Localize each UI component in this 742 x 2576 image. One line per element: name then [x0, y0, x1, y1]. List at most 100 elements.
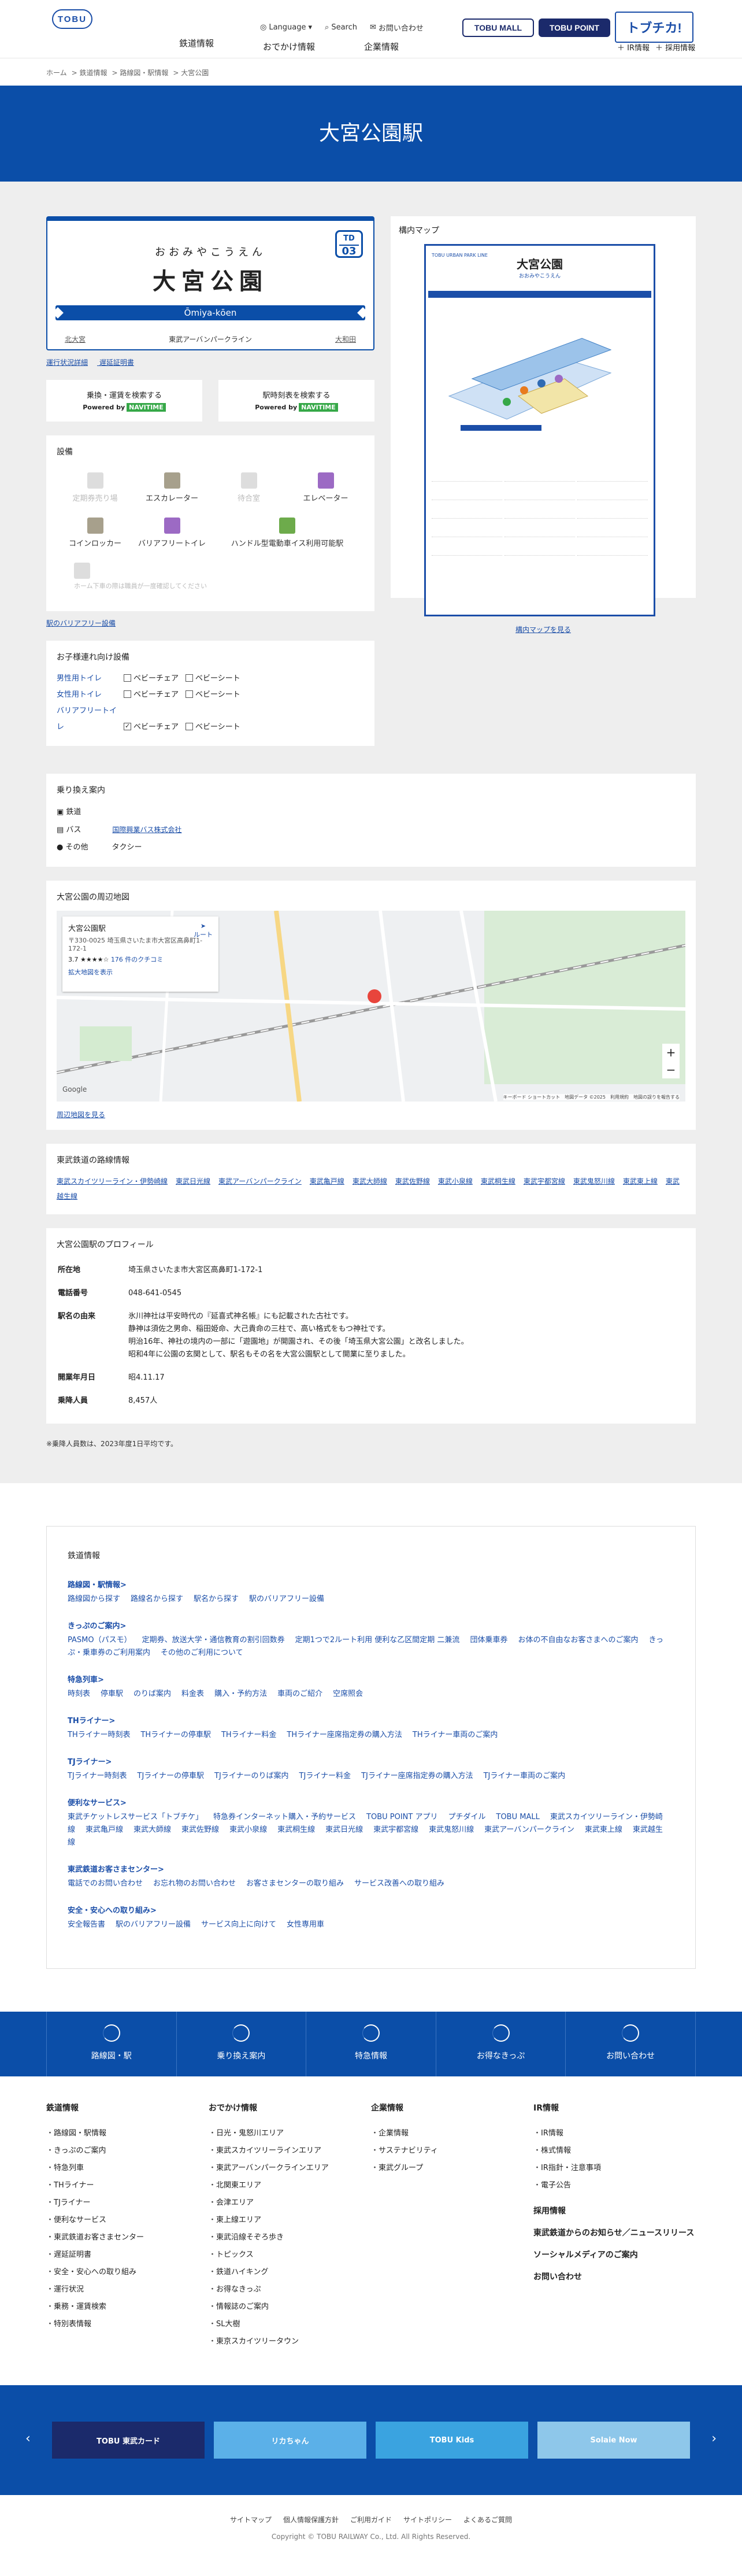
tobu-point-button[interactable]: TOBU POINT — [539, 19, 610, 37]
sitemap-link[interactable]: 駅のバリアフリー設備 — [116, 1920, 191, 1929]
line-link[interactable]: 東武鬼怒川線 — [573, 1177, 615, 1185]
footer-link[interactable]: IR指針・注意事項 — [533, 2160, 696, 2177]
sitemap-link[interactable]: 東武亀戸線 — [86, 1825, 123, 1834]
sitemap-link[interactable]: TJライナー料金 — [299, 1772, 351, 1780]
line-link[interactable]: 東武小泉線 — [438, 1177, 473, 1185]
sitemap-link[interactable]: 路線図から探す — [68, 1595, 120, 1603]
yard-map-image[interactable]: TOBU URBAN PARK LINE 大宮公園 おおみやこうえん — [424, 244, 655, 616]
footer-column-heading[interactable]: IR情報 — [533, 2102, 696, 2113]
sitemap-link[interactable]: 女性専用車 — [287, 1920, 324, 1929]
sitemap-link[interactable]: 路線名から探す — [131, 1595, 183, 1603]
prev-station-link[interactable]: 北大宮 — [65, 334, 86, 344]
footer-link[interactable]: きっぷのご案内 — [46, 2142, 209, 2160]
next-station-link[interactable]: 大和田 — [335, 334, 356, 344]
sitemap-link[interactable]: THライナー座席指定券の購入方法 — [287, 1731, 402, 1739]
footer-column-heading[interactable]: 鉄道情報 — [46, 2102, 209, 2113]
breadcrumb-home[interactable]: ホーム — [46, 69, 67, 77]
sitemap-link[interactable]: サービス向上に向けて — [201, 1920, 276, 1929]
footer-nav-item[interactable]: 路線図・駅 — [46, 2012, 177, 2076]
route-search-button[interactable]: 乗換・運賃を検索する Powered by NAVITIME — [46, 380, 202, 422]
sitemap-link[interactable]: 駅のバリアフリー設備 — [249, 1595, 324, 1603]
route-button[interactable]: ➤ ルート — [194, 922, 213, 939]
barrierfree-link[interactable]: 駅のバリアフリー設備 — [46, 619, 116, 627]
nav-odekake[interactable]: おでかけ情報 — [243, 40, 335, 53]
carousel-next-icon[interactable]: › — [711, 2431, 717, 2446]
line-link[interactable]: 東武アーバンパークライン — [218, 1177, 302, 1185]
line-link[interactable]: 東武佐野線 — [395, 1177, 430, 1185]
sitemap-link[interactable]: サービス改善への取り組み — [354, 1879, 444, 1888]
footer-extra-link[interactable]: お問い合わせ — [533, 2271, 696, 2282]
footer-nav-item[interactable]: 特急情報 — [306, 2012, 436, 2076]
nav-company[interactable]: 企業情報 — [335, 40, 428, 53]
sitemap-link[interactable]: 東武桐生線 — [277, 1825, 315, 1834]
sitemap-link[interactable]: 空席照会 — [333, 1690, 363, 1698]
delay-cert-link[interactable]: 遅延証明書 — [99, 359, 134, 367]
sitemap-link[interactable]: TJライナー座席指定券の購入方法 — [361, 1772, 473, 1780]
sitemap-link[interactable]: 団体乗車券 — [470, 1636, 507, 1644]
carousel-prev-icon[interactable]: ‹ — [25, 2431, 31, 2446]
line-link[interactable]: 東武日光線 — [176, 1177, 210, 1185]
sitemap-link[interactable]: 東武宇都宮線 — [373, 1825, 418, 1834]
sitemap-link[interactable]: 停車駅 — [101, 1690, 123, 1698]
sitemap-link[interactable]: TJライナーのりば案内 — [214, 1772, 289, 1780]
footer-nav-item[interactable]: お得なきっぷ — [436, 2012, 566, 2076]
yard-map-link[interactable]: 構内マップを見る — [399, 624, 688, 634]
sitemap-link[interactable]: TJライナーの停車駅 — [138, 1772, 205, 1780]
sitemap-link[interactable]: 購入・予約方法 — [214, 1690, 267, 1698]
sitemap-link[interactable]: 東武アーバンパークライン — [484, 1825, 574, 1834]
footer-extra-link[interactable]: 東武鉄道からのお知らせ／ニュースリリース — [533, 2227, 696, 2238]
sitemap-link[interactable]: 安全報告書 — [68, 1920, 105, 1929]
sitemap-link[interactable]: TJライナー車両のご案内 — [484, 1772, 566, 1780]
bottom-link[interactable]: 個人情報保護方針 — [283, 2516, 339, 2524]
footer-link[interactable]: 株式情報 — [533, 2142, 696, 2160]
nav-ir-saiyo[interactable]: ＋ IR情報＋ 採用情報 — [617, 42, 695, 53]
footer-link[interactable]: 北関東エリア — [209, 2177, 371, 2194]
sitemap-group-heading[interactable]: きっぷのご案内> — [68, 1620, 674, 1631]
footer-link[interactable]: 遅延証明書 — [46, 2246, 209, 2264]
sitemap-link[interactable]: 車両のご紹介 — [277, 1690, 322, 1698]
footer-link[interactable]: トピックス — [209, 2246, 371, 2264]
sitemap-link[interactable]: お忘れ物のお問い合わせ — [153, 1879, 236, 1888]
sitemap-link[interactable]: その他のご利用について — [161, 1649, 243, 1657]
footer-link[interactable]: THライナー — [46, 2177, 209, 2194]
banner-licca[interactable]: リカちゃん — [214, 2422, 366, 2459]
footer-column-heading[interactable]: おでかけ情報 — [209, 2102, 371, 2113]
footer-extra-link[interactable]: 採用情報 — [533, 2205, 696, 2216]
footer-link[interactable]: お得なきっぷ — [209, 2281, 371, 2298]
footer-link[interactable]: 電子公告 — [533, 2177, 696, 2194]
line-link[interactable]: 東武宇都宮線 — [524, 1177, 565, 1185]
sitemap-group-heading[interactable]: 便利なサービス> — [68, 1797, 674, 1808]
sitemap-link[interactable]: 時刻表 — [68, 1690, 90, 1698]
sitemap-link[interactable]: 料金表 — [181, 1690, 204, 1698]
footer-link[interactable]: 会津エリア — [209, 2194, 371, 2212]
tobu-logo[interactable]: TOBU — [52, 9, 92, 29]
sitemap-link[interactable]: THライナー料金 — [221, 1731, 276, 1739]
tobuchika-button[interactable]: トブチカ! — [615, 12, 693, 43]
footer-link[interactable]: 東京スカイツリータウン — [209, 2333, 371, 2350]
footer-extra-link[interactable]: ソーシャルメディアのご案内 — [533, 2249, 696, 2260]
footer-link[interactable]: 東上線エリア — [209, 2212, 371, 2229]
line-link[interactable]: 東武スカイツリーライン・伊勢崎線 — [57, 1177, 168, 1185]
sitemap-link[interactable]: 定期券、放送大学・通信教育の割引回数券 — [142, 1636, 285, 1644]
sitemap-link[interactable]: 電話でのお問い合わせ — [68, 1879, 143, 1888]
sitemap-link[interactable]: 定期1つで2ルート利用 便利な乙区間定期 二兼流 — [295, 1636, 460, 1644]
bottom-link[interactable]: ご利用ガイド — [350, 2516, 392, 2524]
sitemap-link[interactable]: のりば案内 — [133, 1690, 171, 1698]
sitemap-link[interactable]: 東武鬼怒川線 — [429, 1825, 474, 1834]
sitemap-link[interactable]: 東武日光線 — [325, 1825, 363, 1834]
language-link[interactable]: ◎ Language ▾ — [260, 22, 312, 33]
footer-link[interactable]: 東武沿線そぞろ歩き — [209, 2229, 371, 2246]
footer-link[interactable]: 東武鉄道お客さまセンター — [46, 2229, 209, 2246]
banner-solaie[interactable]: Solaie Now — [537, 2422, 690, 2459]
tobu-mall-button[interactable]: TOBU MALL — [462, 19, 534, 37]
bottom-link[interactable]: サイトマップ — [230, 2516, 272, 2524]
breadcrumb-railway[interactable]: 鉄道情報 — [80, 69, 107, 77]
footer-link[interactable]: 乗務・運賃検索 — [46, 2298, 209, 2316]
breadcrumb-routemap[interactable]: 路線図・駅情報 — [120, 69, 168, 77]
footer-link[interactable]: 鉄道ハイキング — [209, 2264, 371, 2281]
nav-railway[interactable]: 鉄道情報 — [150, 37, 243, 53]
footer-link[interactable]: 企業情報 — [371, 2125, 533, 2142]
sitemap-group-heading[interactable]: 安全・安心への取り組み> — [68, 1904, 674, 1915]
footer-nav-item[interactable]: 乗り換え案内 — [177, 2012, 307, 2076]
sitemap-link[interactable]: THライナーの停車駅 — [140, 1731, 210, 1739]
